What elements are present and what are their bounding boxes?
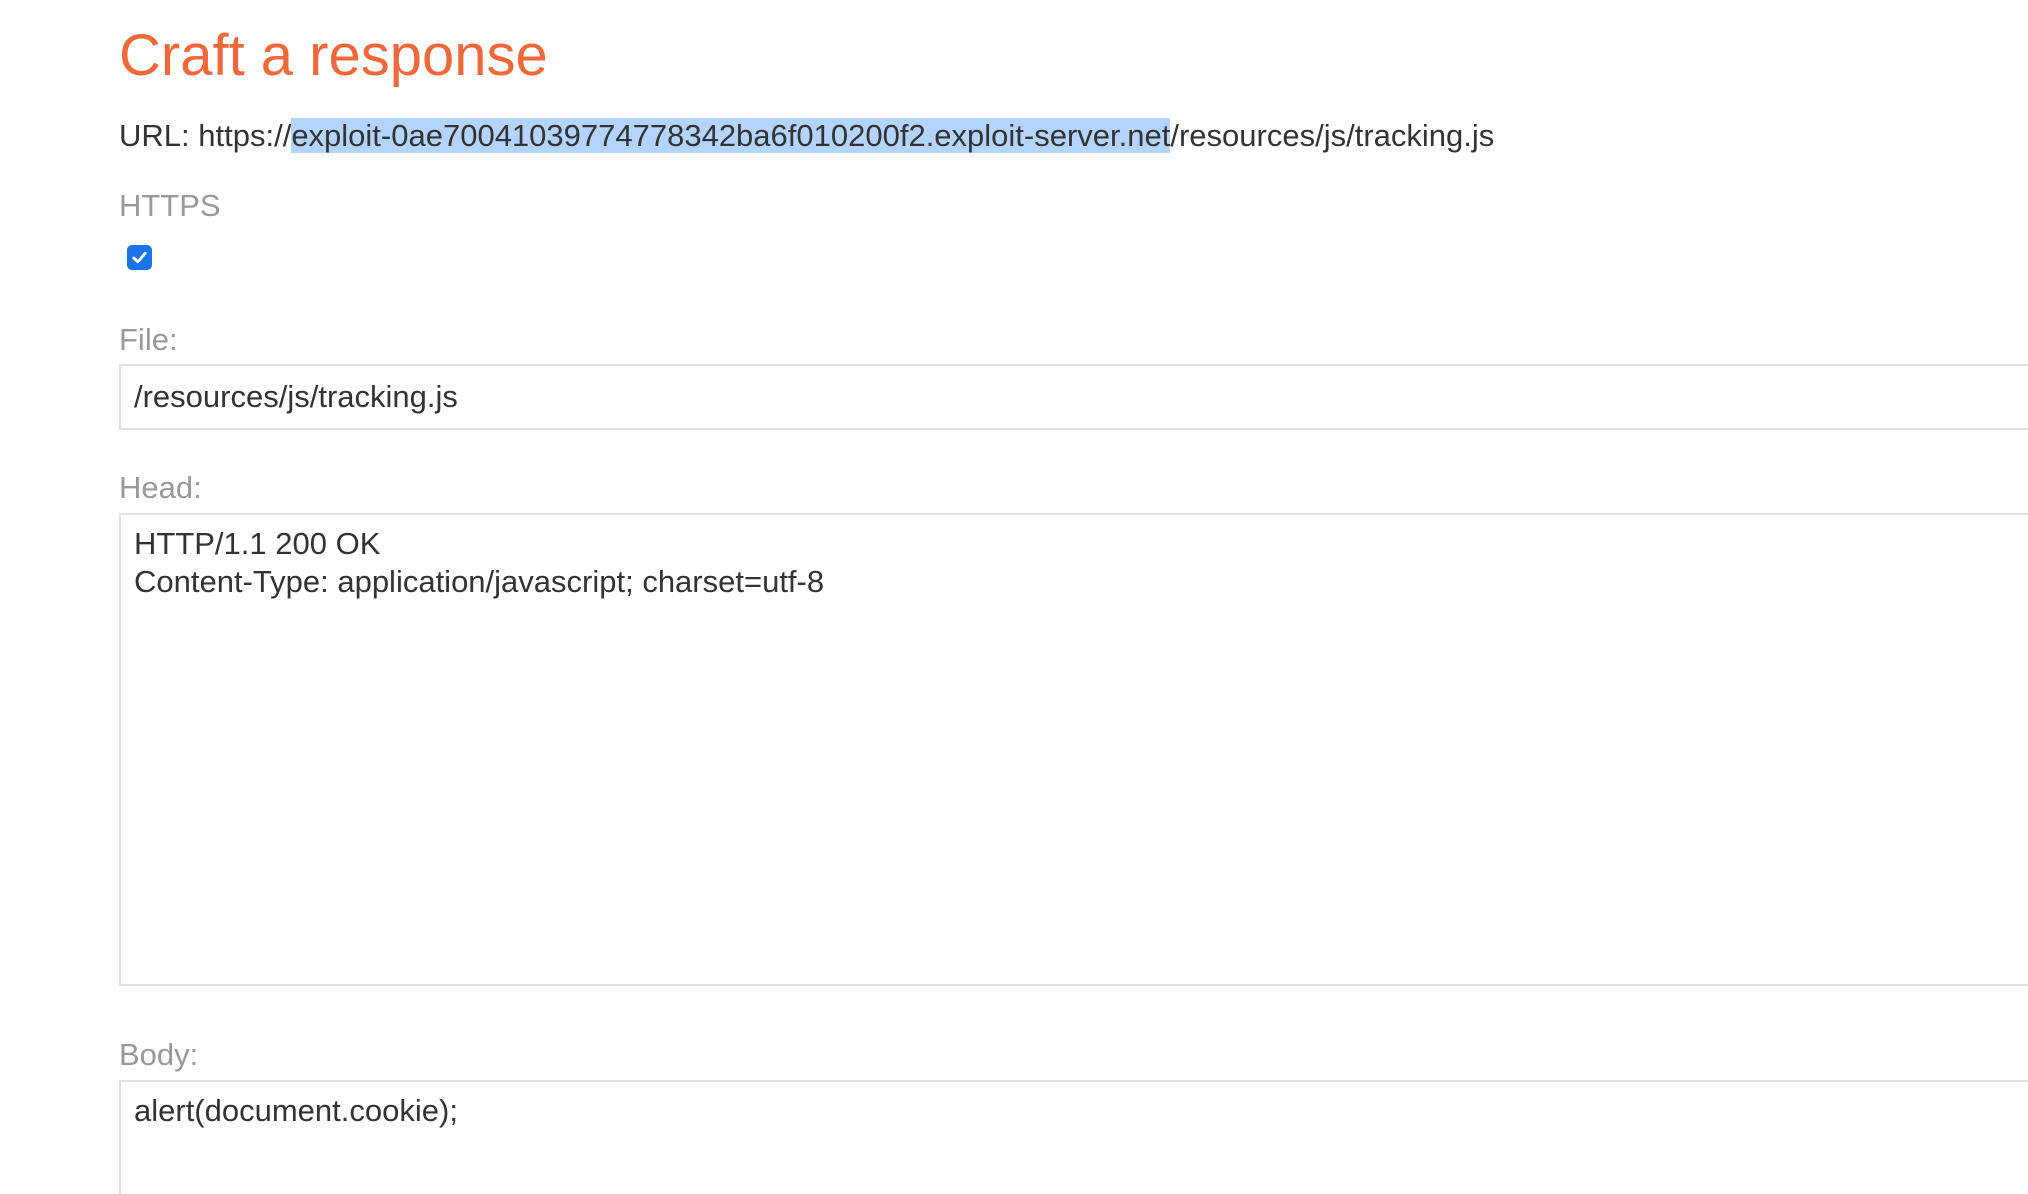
head-line: HTTP/1.1 200 OK [134,526,381,561]
url-path: /resources/js/tracking.js [1170,118,1495,153]
head-label: Head: [119,470,202,505]
body-line: alert(document.cookie); [134,1093,458,1128]
https-checkbox[interactable] [127,245,152,270]
checkmark-icon [132,251,147,264]
head-line: Content-Type: application/javascript; ch… [134,564,825,599]
page-title: Craft a response [119,23,548,88]
https-label: HTTPS [119,188,221,223]
url-line: URL: https://exploit-0ae7004103977477834… [119,114,1494,158]
head-textarea[interactable]: HTTP/1.1 200 OK Content-Type: applicatio… [119,513,2028,986]
file-input[interactable]: /resources/js/tracking.js [119,364,2028,430]
body-textarea[interactable]: alert(document.cookie); [119,1080,2028,1194]
url-host-selected[interactable]: exploit-0ae70041039774778342ba6f010200f2… [291,118,1171,153]
url-prefix: https:// [198,118,292,153]
body-label: Body: [119,1037,199,1072]
url-label: URL: [119,118,190,153]
craft-response-page: Craft a response URL: https://exploit-0a… [0,0,2028,1194]
file-label: File: [119,322,178,357]
